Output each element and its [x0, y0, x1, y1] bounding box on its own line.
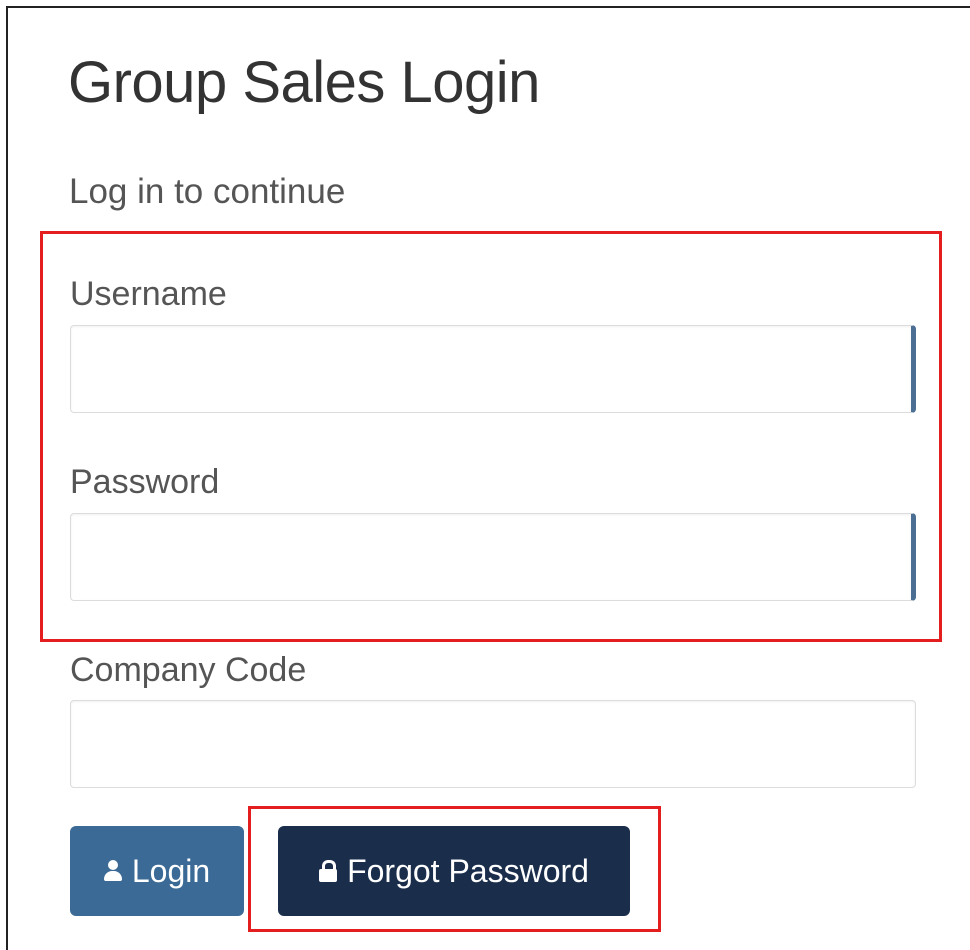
- company-code-label: Company Code: [70, 651, 307, 689]
- password-label: Password: [70, 463, 220, 501]
- company-code-input[interactable]: [70, 700, 916, 788]
- login-button[interactable]: Login: [70, 826, 244, 916]
- user-icon: [103, 860, 122, 882]
- page-subtitle: Log in to continue: [69, 172, 346, 211]
- login-button-label: Login: [131, 852, 211, 889]
- username-label: Username: [70, 275, 227, 313]
- forgot-password-button-label: Forgot Password: [347, 852, 589, 889]
- page-title: Group Sales Login: [68, 50, 540, 115]
- lock-icon: [319, 860, 338, 882]
- username-input[interactable]: [70, 325, 916, 413]
- password-input[interactable]: [70, 513, 916, 601]
- forgot-password-button[interactable]: Forgot Password: [278, 826, 630, 916]
